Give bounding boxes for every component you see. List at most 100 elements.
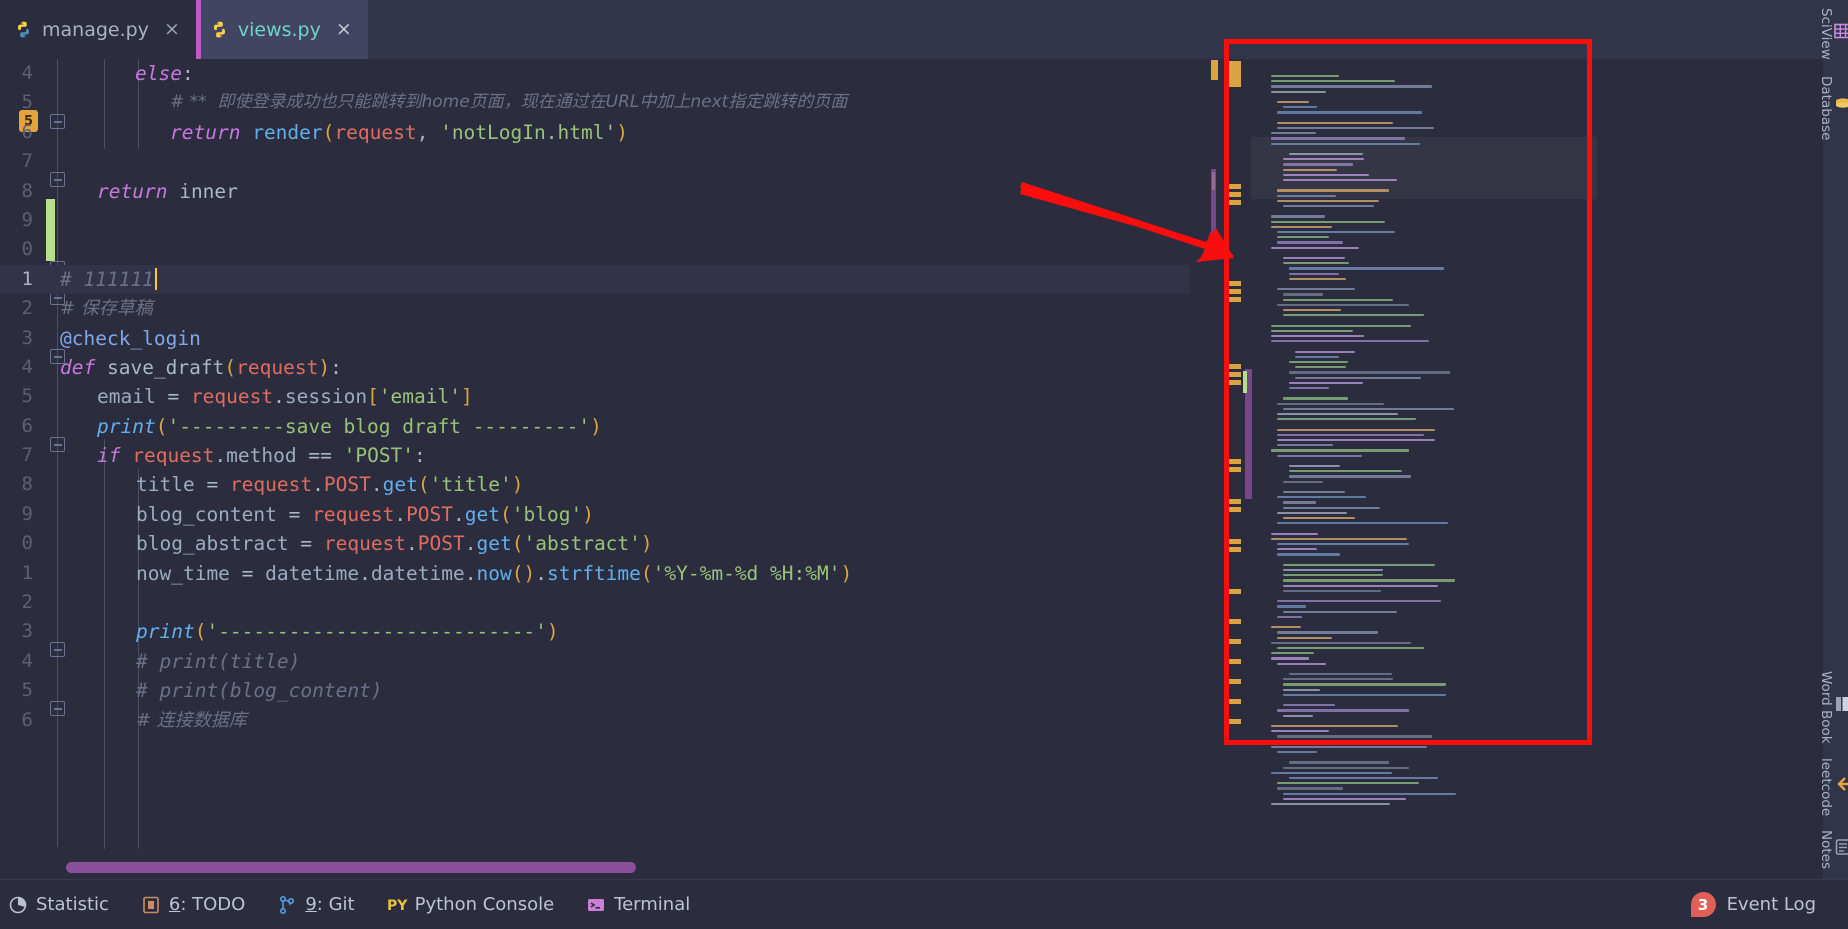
minimap-code-line xyxy=(1283,589,1381,592)
minimap-code-line xyxy=(1277,600,1441,603)
minimap-marker[interactable] xyxy=(1227,539,1241,544)
minimap-code-line xyxy=(1277,511,1347,514)
status-item-event-log[interactable]: Event Log xyxy=(1727,894,1816,915)
minimap-code-line xyxy=(1271,335,1364,338)
code-row[interactable]: 5 # print(blog_content) xyxy=(0,676,1190,705)
minimap-marker[interactable] xyxy=(1227,659,1241,664)
minimap-marker[interactable] xyxy=(1227,639,1241,644)
minimap-marker[interactable] xyxy=(1227,61,1241,87)
code-row[interactable]: 5 email = request.session['email'] xyxy=(0,382,1190,411)
code-row[interactable]: 4 def save_draft(request): xyxy=(0,353,1190,382)
stripe-marker[interactable] xyxy=(1211,60,1218,80)
code-row[interactable]: 7 if request.method == 'POST': xyxy=(0,441,1190,470)
minimap-code-line xyxy=(1271,652,1314,655)
code-row[interactable]: 4 else: xyxy=(0,59,1190,88)
code-row[interactable]: 3 @check_login xyxy=(0,324,1190,353)
sidebar-item-sciview[interactable]: SciView xyxy=(1818,8,1848,60)
code-row[interactable]: 5 # ** 即使登录成功也只能跳转到home页面，现在通过在URL中加上nex… xyxy=(0,88,1190,117)
code-row[interactable]: 9 blog_content = request.POST.get('blog'… xyxy=(0,500,1190,529)
minimap-marker[interactable] xyxy=(1227,719,1241,724)
code-row[interactable]: 7 xyxy=(0,147,1190,176)
attribute-method: method xyxy=(226,444,297,468)
code-minimap[interactable] xyxy=(1225,59,1597,879)
stripe-change-bar[interactable] xyxy=(1211,169,1216,254)
method-now: now xyxy=(476,561,512,585)
attribute-session: session xyxy=(284,385,368,409)
line-number: 2 xyxy=(21,297,33,320)
terminal-icon xyxy=(586,895,606,915)
code-row[interactable]: 1 now_time = datetime.datetime.now().str… xyxy=(0,559,1190,588)
code-row[interactable]: 6 # 连接数据库 xyxy=(0,706,1190,735)
minimap-marker[interactable] xyxy=(1227,372,1241,377)
git-branch-icon xyxy=(277,895,297,915)
code-row-current[interactable]: 1 # 111111 xyxy=(0,264,1190,295)
code-row[interactable]: 2 # 保存草稿 xyxy=(0,294,1190,323)
minimap-code-line xyxy=(1295,355,1339,358)
code-text: print('---------------------------') xyxy=(136,620,559,644)
minimap-marker[interactable] xyxy=(1227,699,1241,704)
minimap-marker[interactable] xyxy=(1227,281,1241,286)
code-row[interactable]: 6 return render(request, 'notLogIn.html'… xyxy=(0,118,1190,147)
code-row[interactable]: 9 xyxy=(0,206,1190,235)
minimap-marker[interactable] xyxy=(1227,184,1241,189)
status-item-git[interactable]: 9: Git xyxy=(261,894,370,915)
line-number: 0 xyxy=(21,532,33,555)
minimap-code-line xyxy=(1289,465,1340,468)
code-row[interactable]: 0 blog_abstract = request.POST.get('abst… xyxy=(0,529,1190,558)
sidebar-item-database[interactable]: Database xyxy=(1818,76,1848,140)
code-text: now_time = datetime.datetime.now().strft… xyxy=(136,561,853,585)
code-row[interactable]: 6 print('---------save blog draft ------… xyxy=(0,412,1190,441)
minimap-marker[interactable] xyxy=(1227,364,1241,369)
method-get: get xyxy=(476,532,512,556)
minimap-marker[interactable] xyxy=(1227,619,1241,624)
minimap-marker[interactable] xyxy=(1227,507,1241,512)
minimap-marker[interactable] xyxy=(1227,200,1241,205)
attribute-post: POST xyxy=(417,532,465,556)
comment-text: # 111111 xyxy=(60,267,154,291)
minimap-code-line xyxy=(1283,397,1348,400)
minimap-marker[interactable] xyxy=(1227,297,1241,302)
minimap-marker[interactable] xyxy=(1227,467,1241,472)
code-comment: # print(blog_content) xyxy=(136,679,383,703)
minimap-code-line xyxy=(1289,153,1363,156)
sidebar-item-word-book[interactable]: Word Book xyxy=(1818,671,1848,744)
minimap-marker[interactable] xyxy=(1227,679,1241,684)
code-row[interactable]: 8 title = request.POST.get('title') xyxy=(0,470,1190,499)
status-item-statistic[interactable]: Statistic xyxy=(0,894,125,915)
minimap-code-line xyxy=(1271,137,1405,140)
minimap-marker[interactable] xyxy=(1227,499,1241,504)
sidebar-item-notes[interactable]: Notes xyxy=(1818,830,1848,869)
string-literal: 'email' xyxy=(378,385,461,409)
tab-views-py[interactable]: views.py × xyxy=(195,0,368,59)
minimap-marker[interactable] xyxy=(1227,289,1241,294)
close-icon[interactable]: × xyxy=(164,20,180,39)
status-item-terminal[interactable]: Terminal xyxy=(570,894,706,915)
sidebar-item-leetcode[interactable]: leetcode xyxy=(1818,758,1848,816)
identifier-blog-abstract: blog_abstract xyxy=(136,532,289,556)
minimap-marker[interactable] xyxy=(1227,192,1241,197)
code-row[interactable]: 4 # print(title) xyxy=(0,647,1190,676)
code-lines[interactable]: 4 else: 5 # ** 即使登录成功也只能跳转到home页面，现在通过在U… xyxy=(0,59,1190,879)
minimap-code-line xyxy=(1271,246,1359,249)
code-row[interactable]: 0 xyxy=(0,235,1190,264)
minimap-code-line xyxy=(1277,496,1366,499)
minimap-selection-bar[interactable] xyxy=(1243,371,1247,393)
tab-manage-py[interactable]: manage.py × xyxy=(0,0,196,59)
status-item-todo[interactable]: 6: TODO xyxy=(125,894,261,915)
minimap-marker[interactable] xyxy=(1227,459,1241,464)
minimap-code-line xyxy=(1271,532,1318,535)
error-stripe-column[interactable] xyxy=(1203,59,1221,879)
identifier-blog-content: blog_content xyxy=(136,502,277,526)
status-item-python-console[interactable]: PY Python Console xyxy=(371,894,571,915)
identifier-request: request xyxy=(334,120,417,144)
code-row[interactable]: 8 return inner xyxy=(0,177,1190,206)
status-bar: Statistic 6: TODO 9: Git PY Python Conso… xyxy=(0,879,1848,929)
code-row[interactable]: 3 print('---------------------------') xyxy=(0,617,1190,646)
minimap-code-line xyxy=(1277,194,1336,197)
horizontal-scrollbar[interactable] xyxy=(66,862,636,873)
minimap-marker[interactable] xyxy=(1227,380,1241,385)
minimap-marker[interactable] xyxy=(1227,589,1241,594)
code-row[interactable]: 2 xyxy=(0,588,1190,617)
close-icon[interactable]: × xyxy=(336,20,352,39)
minimap-marker[interactable] xyxy=(1227,547,1241,552)
